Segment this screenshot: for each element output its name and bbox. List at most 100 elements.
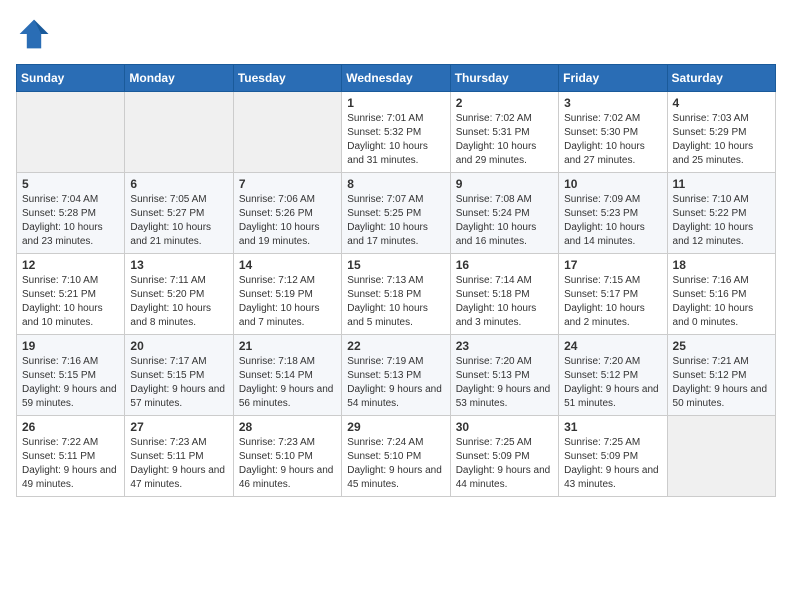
calendar-cell: 26 Sunrise: 7:22 AMSunset: 5:11 PMDayligh… bbox=[17, 416, 125, 497]
calendar-cell: 28 Sunrise: 7:23 AMSunset: 5:10 PMDayligh… bbox=[233, 416, 341, 497]
day-number: 14 bbox=[239, 258, 336, 272]
day-number: 4 bbox=[673, 96, 770, 110]
day-number: 27 bbox=[130, 420, 227, 434]
logo bbox=[16, 16, 58, 52]
day-number: 5 bbox=[22, 177, 119, 191]
logo-icon bbox=[16, 16, 52, 52]
day-number: 30 bbox=[456, 420, 553, 434]
day-info: Sunrise: 7:10 AMSunset: 5:22 PMDaylight:… bbox=[673, 193, 770, 249]
page-header bbox=[16, 16, 776, 52]
day-info: Sunrise: 7:18 AMSunset: 5:14 PMDaylight:… bbox=[239, 355, 336, 411]
day-info: Sunrise: 7:24 AMSunset: 5:10 PMDaylight:… bbox=[347, 436, 444, 492]
day-number: 7 bbox=[239, 177, 336, 191]
day-info: Sunrise: 7:05 AMSunset: 5:27 PMDaylight:… bbox=[130, 193, 227, 249]
day-info: Sunrise: 7:20 AMSunset: 5:13 PMDaylight:… bbox=[456, 355, 553, 411]
day-info: Sunrise: 7:14 AMSunset: 5:18 PMDaylight:… bbox=[456, 274, 553, 330]
calendar-cell: 21 Sunrise: 7:18 AMSunset: 5:14 PMDayligh… bbox=[233, 335, 341, 416]
day-number: 15 bbox=[347, 258, 444, 272]
day-info: Sunrise: 7:19 AMSunset: 5:13 PMDaylight:… bbox=[347, 355, 444, 411]
calendar-cell: 17 Sunrise: 7:15 AMSunset: 5:17 PMDayligh… bbox=[559, 254, 667, 335]
day-number: 23 bbox=[456, 339, 553, 353]
day-number: 20 bbox=[130, 339, 227, 353]
day-info: Sunrise: 7:25 AMSunset: 5:09 PMDaylight:… bbox=[456, 436, 553, 492]
day-info: Sunrise: 7:12 AMSunset: 5:19 PMDaylight:… bbox=[239, 274, 336, 330]
week-row-5: 26 Sunrise: 7:22 AMSunset: 5:11 PMDayligh… bbox=[17, 416, 776, 497]
calendar-cell: 12 Sunrise: 7:10 AMSunset: 5:21 PMDayligh… bbox=[17, 254, 125, 335]
calendar-cell: 2 Sunrise: 7:02 AMSunset: 5:31 PMDaylight… bbox=[450, 92, 558, 173]
calendar-cell: 20 Sunrise: 7:17 AMSunset: 5:15 PMDayligh… bbox=[125, 335, 233, 416]
calendar-cell: 31 Sunrise: 7:25 AMSunset: 5:09 PMDayligh… bbox=[559, 416, 667, 497]
calendar-cell: 19 Sunrise: 7:16 AMSunset: 5:15 PMDayligh… bbox=[17, 335, 125, 416]
day-info: Sunrise: 7:13 AMSunset: 5:18 PMDaylight:… bbox=[347, 274, 444, 330]
calendar-cell: 9 Sunrise: 7:08 AMSunset: 5:24 PMDaylight… bbox=[450, 173, 558, 254]
day-info: Sunrise: 7:17 AMSunset: 5:15 PMDaylight:… bbox=[130, 355, 227, 411]
day-number: 13 bbox=[130, 258, 227, 272]
day-info: Sunrise: 7:08 AMSunset: 5:24 PMDaylight:… bbox=[456, 193, 553, 249]
day-info: Sunrise: 7:16 AMSunset: 5:15 PMDaylight:… bbox=[22, 355, 119, 411]
day-number: 2 bbox=[456, 96, 553, 110]
day-header-tuesday: Tuesday bbox=[233, 65, 341, 92]
day-number: 18 bbox=[673, 258, 770, 272]
week-row-2: 5Sunrise: 7:04 AMSunset: 5:28 PMDaylight… bbox=[17, 173, 776, 254]
day-number: 8 bbox=[347, 177, 444, 191]
calendar-cell: 5Sunrise: 7:04 AMSunset: 5:28 PMDaylight… bbox=[17, 173, 125, 254]
day-number: 3 bbox=[564, 96, 661, 110]
week-row-1: 1 Sunrise: 7:01 AMSunset: 5:32 PMDaylight… bbox=[17, 92, 776, 173]
calendar-cell: 30 Sunrise: 7:25 AMSunset: 5:09 PMDayligh… bbox=[450, 416, 558, 497]
day-header-thursday: Thursday bbox=[450, 65, 558, 92]
day-number: 31 bbox=[564, 420, 661, 434]
day-number: 25 bbox=[673, 339, 770, 353]
day-info: Sunrise: 7:02 AMSunset: 5:31 PMDaylight:… bbox=[456, 112, 553, 168]
day-info: Sunrise: 7:02 AMSunset: 5:30 PMDaylight:… bbox=[564, 112, 661, 168]
calendar-cell: 13 Sunrise: 7:11 AMSunset: 5:20 PMDayligh… bbox=[125, 254, 233, 335]
calendar-cell: 8 Sunrise: 7:07 AMSunset: 5:25 PMDaylight… bbox=[342, 173, 450, 254]
calendar-cell: 3 Sunrise: 7:02 AMSunset: 5:30 PMDaylight… bbox=[559, 92, 667, 173]
day-info: Sunrise: 7:01 AMSunset: 5:32 PMDaylight:… bbox=[347, 112, 444, 168]
calendar-cell: 23 Sunrise: 7:20 AMSunset: 5:13 PMDayligh… bbox=[450, 335, 558, 416]
day-number: 12 bbox=[22, 258, 119, 272]
calendar-cell: 25 Sunrise: 7:21 AMSunset: 5:12 PMDayligh… bbox=[667, 335, 775, 416]
day-number: 1 bbox=[347, 96, 444, 110]
calendar-cell bbox=[667, 416, 775, 497]
day-info: Sunrise: 7:16 AMSunset: 5:16 PMDaylight:… bbox=[673, 274, 770, 330]
day-number: 26 bbox=[22, 420, 119, 434]
day-info: Sunrise: 7:25 AMSunset: 5:09 PMDaylight:… bbox=[564, 436, 661, 492]
day-number: 9 bbox=[456, 177, 553, 191]
day-info: Sunrise: 7:07 AMSunset: 5:25 PMDaylight:… bbox=[347, 193, 444, 249]
day-info: Sunrise: 7:15 AMSunset: 5:17 PMDaylight:… bbox=[564, 274, 661, 330]
calendar-table: SundayMondayTuesdayWednesdayThursdayFrid… bbox=[16, 64, 776, 497]
day-info: Sunrise: 7:11 AMSunset: 5:20 PMDaylight:… bbox=[130, 274, 227, 330]
calendar-cell: 4 Sunrise: 7:03 AMSunset: 5:29 PMDaylight… bbox=[667, 92, 775, 173]
day-info: Sunrise: 7:09 AMSunset: 5:23 PMDaylight:… bbox=[564, 193, 661, 249]
day-info: Sunrise: 7:20 AMSunset: 5:12 PMDaylight:… bbox=[564, 355, 661, 411]
day-info: Sunrise: 7:10 AMSunset: 5:21 PMDaylight:… bbox=[22, 274, 119, 330]
day-info: Sunrise: 7:03 AMSunset: 5:29 PMDaylight:… bbox=[673, 112, 770, 168]
day-info: Sunrise: 7:06 AMSunset: 5:26 PMDaylight:… bbox=[239, 193, 336, 249]
day-info: Sunrise: 7:23 AMSunset: 5:10 PMDaylight:… bbox=[239, 436, 336, 492]
day-number: 6 bbox=[130, 177, 227, 191]
calendar-cell: 24Sunrise: 7:20 AMSunset: 5:12 PMDayligh… bbox=[559, 335, 667, 416]
day-number: 10 bbox=[564, 177, 661, 191]
day-number: 19 bbox=[22, 339, 119, 353]
calendar-cell: 16 Sunrise: 7:14 AMSunset: 5:18 PMDayligh… bbox=[450, 254, 558, 335]
calendar-cell: 15 Sunrise: 7:13 AMSunset: 5:18 PMDayligh… bbox=[342, 254, 450, 335]
day-number: 17 bbox=[564, 258, 661, 272]
week-row-4: 19 Sunrise: 7:16 AMSunset: 5:15 PMDayligh… bbox=[17, 335, 776, 416]
day-number: 16 bbox=[456, 258, 553, 272]
day-header-monday: Monday bbox=[125, 65, 233, 92]
day-number: 22 bbox=[347, 339, 444, 353]
calendar-cell: 1 Sunrise: 7:01 AMSunset: 5:32 PMDaylight… bbox=[342, 92, 450, 173]
day-info: Sunrise: 7:21 AMSunset: 5:12 PMDaylight:… bbox=[673, 355, 770, 411]
day-number: 28 bbox=[239, 420, 336, 434]
calendar-cell: 14 Sunrise: 7:12 AMSunset: 5:19 PMDayligh… bbox=[233, 254, 341, 335]
day-info: Sunrise: 7:22 AMSunset: 5:11 PMDaylight:… bbox=[22, 436, 119, 492]
day-header-sunday: Sunday bbox=[17, 65, 125, 92]
day-number: 21 bbox=[239, 339, 336, 353]
calendar-cell bbox=[233, 92, 341, 173]
calendar-cell: 10 Sunrise: 7:09 AMSunset: 5:23 PMDayligh… bbox=[559, 173, 667, 254]
day-header-friday: Friday bbox=[559, 65, 667, 92]
calendar-cell: 11Sunrise: 7:10 AMSunset: 5:22 PMDayligh… bbox=[667, 173, 775, 254]
calendar-cell: 6 Sunrise: 7:05 AMSunset: 5:27 PMDaylight… bbox=[125, 173, 233, 254]
day-header-wednesday: Wednesday bbox=[342, 65, 450, 92]
calendar-cell bbox=[17, 92, 125, 173]
